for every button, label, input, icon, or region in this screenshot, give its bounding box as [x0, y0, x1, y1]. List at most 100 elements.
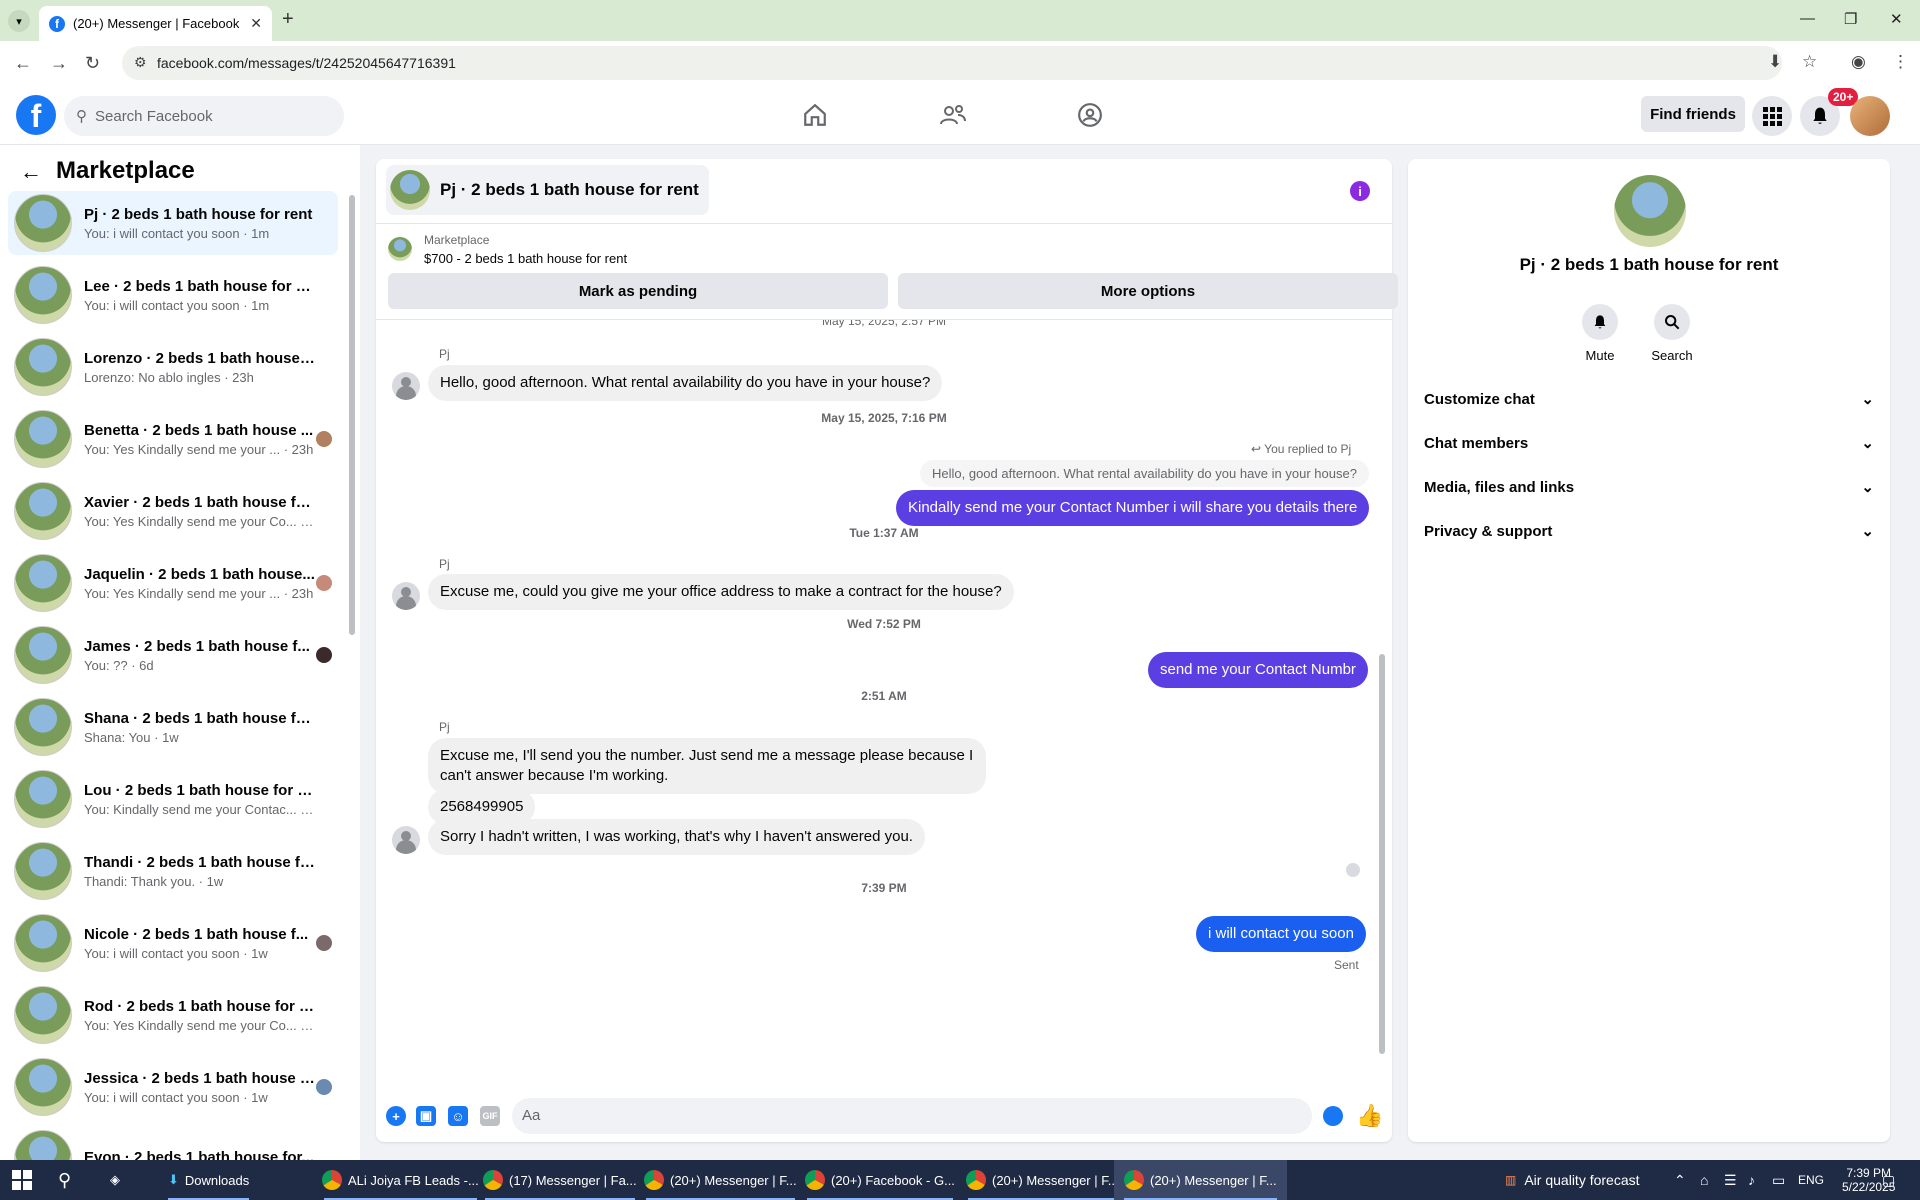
outgoing-message[interactable]: Kindally send me your Contact Number i w… [896, 490, 1370, 526]
chat-item[interactable]: Shana · 2 beds 1 bath house for ... Shana… [8, 695, 338, 759]
gif-icon[interactable]: GIF [480, 1106, 500, 1126]
tray-volume-icon[interactable]: ♪ [1748, 1160, 1755, 1200]
chat-item[interactable]: Lou · 2 beds 1 bath house for rent You: K… [8, 767, 338, 831]
timestamp: May 15, 2025, 7:16 PM [821, 411, 947, 425]
site-info-icon[interactable]: ⚙ [134, 54, 147, 71]
taskbar-chrome-window[interactable]: (20+) Facebook - G... [797, 1160, 963, 1200]
chat-item[interactable]: Rod · 2 beds 1 bath house for rent You: Y… [8, 983, 338, 1047]
profile-icon[interactable]: ◉ [1851, 52, 1866, 72]
air-quality-icon: ▥ [1505, 1173, 1517, 1187]
outgoing-message[interactable]: send me your Contact Numbr [1148, 652, 1368, 688]
back-arrow-icon[interactable]: ← [20, 159, 42, 185]
bookmark-star-icon[interactable]: ☆ [1802, 52, 1817, 72]
tray-network-icon[interactable]: ☰ [1724, 1160, 1737, 1200]
conversation-scrollbar[interactable] [1379, 654, 1385, 1054]
chat-text: Thandi · 2 beds 1 bath house for... Thand… [84, 854, 316, 889]
notification-center-icon[interactable]: ▢ [1882, 1160, 1895, 1200]
incoming-message[interactable]: Excuse me, I'll send you the number. Jus… [428, 738, 986, 794]
thumbs-up-icon[interactable]: 👍 [1356, 1103, 1383, 1129]
search-icon[interactable]: ⚲ [58, 1160, 71, 1200]
close-window-icon[interactable]: ✕ [1890, 10, 1903, 28]
browser-tab[interactable]: f (20+) Messenger | Facebook ✕ [39, 6, 272, 41]
sender-name: Pj [439, 720, 450, 734]
search-facebook-input[interactable]: ⚲ Search Facebook [64, 96, 344, 136]
chat-item[interactable]: Jessica · 2 beds 1 bath house f... You: i… [8, 1055, 338, 1119]
incoming-message[interactable]: Sorry I hadn't written, I was working, t… [428, 819, 925, 855]
mark-as-pending-button[interactable]: Mark as pending [388, 273, 888, 309]
tray-chevron-icon[interactable]: ⌃ [1674, 1160, 1686, 1200]
reload-icon[interactable]: ↻ [85, 53, 100, 74]
seen-avatar [316, 1079, 332, 1095]
chat-members-row[interactable]: Chat members ⌄ [1424, 425, 1874, 461]
chat-item[interactable]: Pj · 2 beds 1 bath house for rent You: i … [8, 191, 338, 255]
listing-avatar[interactable] [1614, 175, 1686, 247]
search-icon: ⚲ [76, 108, 87, 125]
app-icon[interactable]: ◈ [110, 1160, 120, 1200]
url-field[interactable]: ⚙ facebook.com/messages/t/24252045647716… [122, 46, 1782, 80]
find-friends-button[interactable]: Find friends [1641, 96, 1745, 132]
customize-chat-row[interactable]: Customize chat ⌄ [1424, 381, 1874, 417]
chat-item[interactable]: Lee · 2 beds 1 bath house for rent You: i… [8, 263, 338, 327]
taskbar-chrome-window[interactable]: (17) Messenger | Fa... [475, 1160, 645, 1200]
seen-avatar [316, 431, 332, 447]
incoming-message[interactable]: Excuse me, could you give me your office… [428, 574, 1014, 610]
taskbar-chrome-window[interactable]: ALi Joiya FB Leads -... [314, 1160, 487, 1200]
privacy-support-row[interactable]: Privacy & support ⌄ [1424, 513, 1874, 549]
weather-widget[interactable]: ▥ Air quality forecast [1505, 1160, 1640, 1200]
chat-name: Lee · 2 beds 1 bath house for rent [84, 277, 316, 295]
chat-item[interactable]: Lorenzo · 2 beds 1 bath house fo... Loren… [8, 335, 338, 399]
chat-list-scrollbar[interactable] [349, 195, 355, 635]
info-icon[interactable]: i [1350, 181, 1370, 201]
taskbar-chrome-window[interactable]: (20+) Messenger | F... [636, 1160, 805, 1200]
install-icon[interactable]: ⬇ [1768, 52, 1782, 72]
photo-icon[interactable]: ▣ [416, 1106, 436, 1126]
friends-icon[interactable] [938, 100, 968, 130]
chat-item[interactable]: Xavier · 2 beds 1 bath house for ... You:… [8, 479, 338, 543]
sticker-icon[interactable]: ☺ [448, 1106, 468, 1126]
emoji-icon[interactable] [1323, 1106, 1343, 1126]
more-options-button[interactable]: More options [898, 273, 1398, 309]
conversation-header[interactable]: Pj · 2 beds 1 bath house for rent [386, 165, 709, 215]
chat-item[interactable]: Thandi · 2 beds 1 bath house for... Thand… [8, 839, 338, 903]
home-icon[interactable] [800, 100, 830, 130]
minimize-icon[interactable]: — [1800, 10, 1815, 27]
groups-icon[interactable] [1075, 100, 1105, 130]
account-avatar[interactable] [1850, 96, 1890, 136]
windows-start-icon[interactable] [12, 1170, 32, 1190]
mute-button[interactable]: Mute [1570, 304, 1630, 363]
media-files-links-row[interactable]: Media, files and links ⌄ [1424, 469, 1874, 505]
taskbar-downloads[interactable]: ⬇ Downloads [158, 1160, 259, 1200]
chat-item[interactable]: James · 2 beds 1 bath house f... You: ?? … [8, 623, 338, 687]
incoming-message[interactable]: Hello, good afternoon. What rental avail… [428, 365, 943, 401]
facebook-logo-icon[interactable]: f [16, 95, 56, 135]
row-label: Customize chat [1424, 390, 1535, 408]
menu-dots-icon[interactable]: ⋮ [1892, 52, 1909, 72]
chat-item[interactable]: Benetta · 2 beds 1 bath house ... You: Ye… [8, 407, 338, 471]
reply-quote[interactable]: Hello, good afternoon. What rental avail… [920, 460, 1369, 487]
restore-icon[interactable]: ❐ [1844, 10, 1857, 28]
language-indicator[interactable]: ENG [1798, 1160, 1824, 1200]
search-placeholder: Search Facebook [95, 107, 213, 125]
taskbar-chrome-window[interactable]: (20+) Messenger | F... [958, 1160, 1127, 1200]
search-conversation-button[interactable]: Search [1642, 304, 1702, 363]
new-tab-icon[interactable]: + [282, 8, 294, 31]
back-icon[interactable]: ← [14, 53, 32, 74]
tab-search-icon[interactable]: ▾ [8, 10, 30, 32]
tray-camera-icon[interactable]: ⌂ [1700, 1160, 1708, 1200]
outgoing-message[interactable]: i will contact you soon [1196, 916, 1366, 952]
tray-battery-icon[interactable]: ▭ [1772, 1160, 1785, 1200]
chat-preview: Thandi: Thank you. · 1w [84, 873, 224, 889]
taskbar-chrome-window-active[interactable]: (20+) Messenger | F... [1114, 1160, 1287, 1200]
plus-icon[interactable]: + [386, 1106, 406, 1126]
close-tab-icon[interactable]: ✕ [250, 15, 262, 32]
listing-price[interactable]: $700 - 2 beds 1 bath house for rent [424, 251, 627, 266]
browser-tab-bar: ▾ f (20+) Messenger | Facebook ✕ + — ❐ ✕ [0, 0, 1920, 41]
listing-thumb[interactable] [388, 237, 412, 261]
forward-icon[interactable]: → [50, 53, 68, 74]
chat-name: Benetta · 2 beds 1 bath house ... [84, 421, 314, 439]
chat-item[interactable]: Nicole · 2 beds 1 bath house f... You: i … [8, 911, 338, 975]
menu-grid-icon[interactable] [1752, 96, 1792, 136]
message-input[interactable]: Aa [512, 1098, 1312, 1134]
chat-avatar [14, 338, 72, 396]
chat-item[interactable]: Jaquelin · 2 beds 1 bath house... You: Ye… [8, 551, 338, 615]
